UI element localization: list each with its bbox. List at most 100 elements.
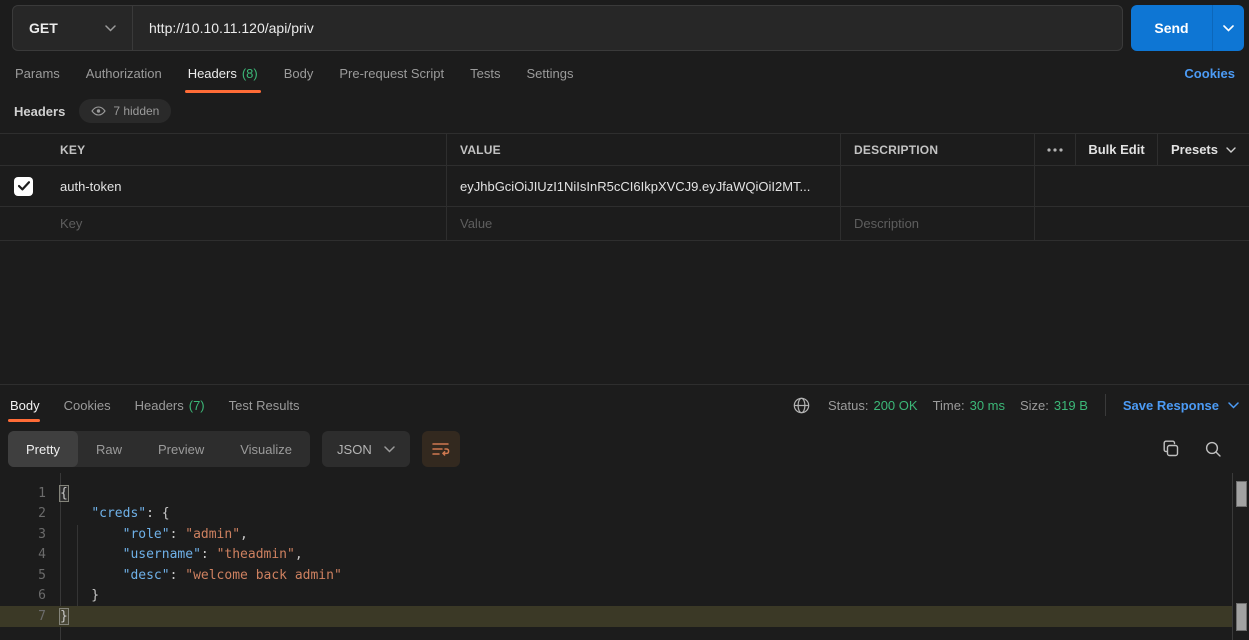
tab-tests[interactable]: Tests [457,51,513,95]
header-value-cell[interactable]: eyJhbGciOiJIUzI1NiIsInR5cCI6IkpXVCJ9.eyJ… [460,179,810,194]
column-description: DESCRIPTION [854,143,938,157]
tab-headers[interactable]: Headers (8) [175,51,271,95]
new-row-checkbox-area [0,207,47,240]
headers-table-header: KEY VALUE DESCRIPTION Bulk Edit Presets [0,134,1249,166]
code-token: "desc" [123,568,170,583]
method-label: GET [29,20,58,36]
code-line[interactable]: 5 "desc": "welcome back admin" [0,565,1249,586]
format-selector[interactable]: JSON [322,431,410,467]
line-number: 7 [0,609,60,624]
url-input[interactable]: http://10.10.11.120/api/priv [133,6,1122,50]
search-icon[interactable] [1201,437,1225,461]
table-actions: Bulk Edit Presets [1035,134,1249,165]
view-tab-visualize[interactable]: Visualize [222,431,310,467]
code-line[interactable]: 1{ [0,483,1249,504]
response-tab-test-results[interactable]: Test Results [217,385,312,425]
globe-icon[interactable] [789,393,813,417]
headers-section-header: Headers 7 hidden [0,95,1249,127]
view-tab-raw[interactable]: Raw [78,431,140,467]
size-label: Size: [1020,398,1049,413]
copy-icon[interactable] [1159,437,1183,461]
code-text: { [60,486,68,501]
tab-params[interactable]: Params [2,51,73,95]
vertical-scrollbar[interactable] [1232,473,1249,640]
new-key-input[interactable]: Key [60,216,82,231]
status-value: 200 OK [873,398,917,413]
code-token: : [170,568,186,583]
scrollbar-thumb[interactable] [1236,481,1247,507]
response-tab-headers[interactable]: Headers (7) [123,385,217,425]
tab-authorization[interactable]: Authorization [73,51,175,95]
code-text: "role": "admin", [60,527,248,542]
header-enabled-checkbox[interactable] [14,177,33,196]
presets-button[interactable]: Presets [1158,134,1249,165]
tab-count: (7) [189,398,205,413]
tab-label: Tests [470,66,500,81]
tab-count: (8) [242,66,258,81]
code-line[interactable]: 4 "username": "theadmin", [0,545,1249,566]
request-tabs: Params Authorization Headers (8) Body Pr… [0,51,1249,95]
code-token: "creds" [91,506,146,521]
divider [1105,394,1106,416]
code-token [60,547,123,562]
code-line[interactable]: 7} [0,606,1249,627]
header-checkbox-column [0,134,47,165]
response-tabs: Body Cookies Headers (7) Test Results St… [0,385,1249,425]
view-mode-switcher: Pretty Raw Preview Visualize [8,431,310,467]
cookies-link[interactable]: Cookies [1184,66,1235,81]
more-options-icon[interactable] [1035,134,1076,165]
code-line[interactable]: 3 "role": "admin", [0,524,1249,545]
send-label[interactable]: Send [1131,5,1212,51]
bulk-edit-button[interactable]: Bulk Edit [1076,134,1158,165]
code-line[interactable]: 6 } [0,586,1249,607]
code-token: "admin" [185,527,240,542]
code-token [60,527,123,542]
tab-body[interactable]: Body [271,51,327,95]
headers-section-title: Headers [14,104,65,119]
code-lines: 1{2 "creds": {3 "role": "admin",4 "usern… [0,483,1249,627]
new-description-input[interactable]: Description [854,216,919,231]
save-response-button[interactable]: Save Response [1123,398,1239,413]
chevron-down-icon [384,446,395,453]
view-tab-pretty[interactable]: Pretty [8,431,78,467]
method-selector[interactable]: GET [13,6,133,50]
save-response-label: Save Response [1123,398,1219,413]
hidden-headers-toggle[interactable]: 7 hidden [79,99,171,123]
wrap-line-button[interactable] [422,431,460,467]
code-token: "theadmin" [217,547,295,562]
header-row-new: Key Value Description [0,207,1249,241]
send-button[interactable]: Send [1131,5,1244,51]
tab-label: Authorization [86,66,162,81]
tab-label: Cookies [64,398,111,413]
response-body-viewer[interactable]: 1{2 "creds": {3 "role": "admin",4 "usern… [0,473,1249,640]
tab-settings[interactable]: Settings [513,51,586,95]
header-key-cell[interactable]: auth-token [60,179,121,194]
response-tab-cookies[interactable]: Cookies [52,385,123,425]
code-token: "role" [123,527,170,542]
code-token: { [60,486,68,501]
url-container: GET http://10.10.11.120/api/priv [12,5,1123,51]
view-tab-preview[interactable]: Preview [140,431,222,467]
code-text: } [60,609,68,624]
tab-pre-request-script[interactable]: Pre-request Script [326,51,457,95]
tab-label: Headers [188,66,237,81]
response-panel: Body Cookies Headers (7) Test Results St… [0,384,1249,640]
time-label: Time: [933,398,965,413]
code-line[interactable]: 2 "creds": { [0,504,1249,525]
code-token [60,568,123,583]
response-tab-body[interactable]: Body [8,385,52,425]
code-token: "welcome back admin" [185,568,342,583]
code-token: } [60,588,99,603]
eye-icon [91,106,106,116]
code-text: "username": "theadmin", [60,547,303,562]
line-number: 5 [0,568,60,583]
line-number: 6 [0,588,60,603]
scrollbar-thumb[interactable] [1236,603,1247,631]
header-row-auth-token: auth-token eyJhbGciOiJIUzI1NiIsInR5cCI6I… [0,166,1249,207]
send-options-button[interactable] [1212,5,1244,51]
column-key: KEY [60,143,85,157]
new-value-input[interactable]: Value [460,216,492,231]
time-value: 30 ms [970,398,1005,413]
line-number: 3 [0,527,60,542]
code-text: "desc": "welcome back admin" [60,568,342,583]
